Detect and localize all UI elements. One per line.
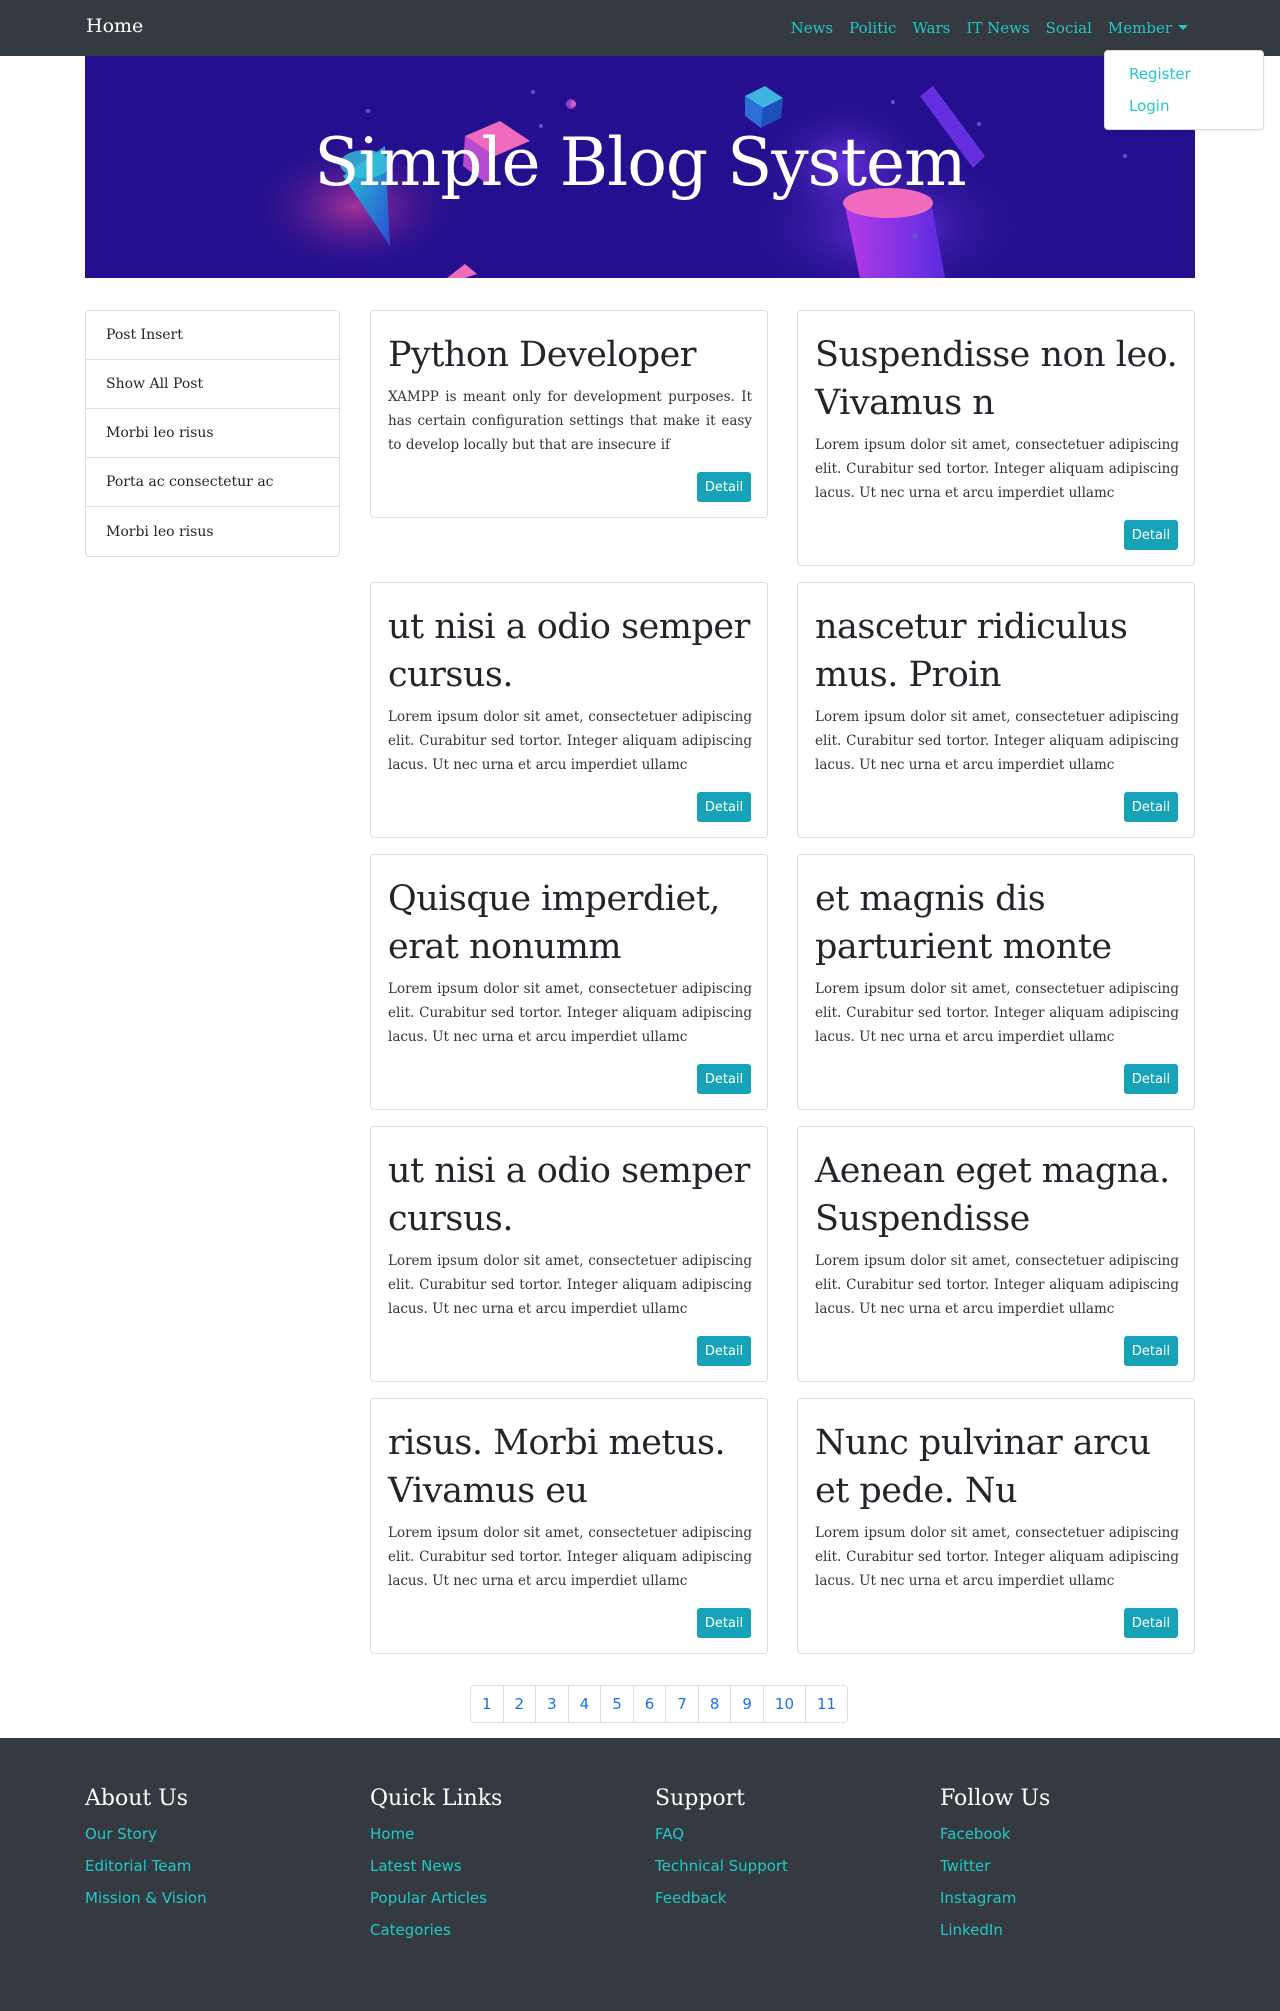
page-link-9[interactable]: 9 [731,1686,764,1722]
detail-button[interactable]: Detail [1124,792,1178,822]
post-title: Aenean eget magna. Suspendisse [815,1151,1170,1239]
footer-heading: Quick Links [370,1786,503,1811]
footer-link-categories[interactable]: Categories [370,1921,502,1939]
nav-link-politic[interactable]: Politic [849,19,896,37]
nav-link-news[interactable]: News [791,19,834,37]
post-title: ut nisi a odio semper cursus. [388,607,750,695]
post-title: risus. Morbi metus. Vivamus eu [388,1423,726,1511]
detail-button[interactable]: Detail [697,1608,751,1638]
nav-links: News Politic Wars IT News Social Member [791,0,1188,56]
detail-button[interactable]: Detail [1124,520,1178,550]
brand-home-link[interactable]: Home [86,15,143,37]
post-title: Suspendisse non leo. Vivamus n [815,335,1178,423]
footer-link-linkedin[interactable]: LinkedIn [940,1921,1050,1939]
footer-link-our-story[interactable]: Our Story [85,1825,207,1843]
post-excerpt: Lorem ipsum dolor sit amet, consectetuer… [388,981,752,1045]
post-excerpt: Lorem ipsum dolor sit amet, consectetuer… [815,1525,1179,1589]
detail-button[interactable]: Detail [1124,1064,1178,1094]
post-card: ut nisi a odio semper cursus. Lorem ipsu… [370,582,768,838]
post-excerpt: Lorem ipsum dolor sit amet, consectetuer… [815,1253,1179,1317]
footer-column-follow: Follow Us Facebook Twitter Instagram Lin… [940,1786,1050,1953]
footer-link-facebook[interactable]: Facebook [940,1825,1050,1843]
post-excerpt: Lorem ipsum dolor sit amet, consectetuer… [815,437,1179,501]
detail-button[interactable]: Detail [697,792,751,822]
page-link-5[interactable]: 5 [601,1686,634,1722]
post-card: Quisque imperdiet, erat nonumm Lorem ips… [370,854,768,1110]
footer-link-technical-support[interactable]: Technical Support [655,1857,788,1875]
post-card: et magnis dis parturient monte Lorem ips… [797,854,1195,1110]
member-dropdown-menu: Register Login [1104,50,1264,130]
post-card: Nunc pulvinar arcu et pede. Nu Lorem ips… [797,1398,1195,1654]
footer-link-home[interactable]: Home [370,1825,502,1843]
detail-button[interactable]: Detail [697,472,751,502]
footer-heading: Support [655,1786,746,1811]
post-card: risus. Morbi metus. Vivamus eu Lorem ips… [370,1398,768,1654]
detail-button[interactable]: Detail [697,1064,751,1094]
page-link-1[interactable]: 1 [471,1686,504,1722]
dropdown-item-register[interactable]: Register [1129,65,1191,83]
sidebar-item-morbi-leo-risus[interactable]: Morbi leo risus [86,409,339,458]
post-card: nascetur ridiculus mus. Proin Lorem ipsu… [797,582,1195,838]
footer-column-quick-links: Quick Links Home Latest News Popular Art… [370,1786,502,1953]
post-excerpt: Lorem ipsum dolor sit amet, consectetuer… [815,981,1179,1045]
post-excerpt: Lorem ipsum dolor sit amet, consectetuer… [815,709,1179,773]
sidebar-menu: Post Insert Show All Post Morbi leo risu… [85,310,340,557]
hero-title: Simple Blog System [314,124,966,201]
page-link-10[interactable]: 10 [764,1686,807,1722]
footer-column-about: About Us Our Story Editorial Team Missio… [85,1786,207,1921]
pagination: 1 2 3 4 5 6 7 8 9 10 11 [470,1685,849,1723]
hero-banner: Simple Blog System [85,56,1195,278]
post-excerpt: XAMPP is meant only for development purp… [388,389,752,453]
post-excerpt: Lorem ipsum dolor sit amet, consectetuer… [388,709,752,773]
sidebar-item-porta-ac[interactable]: Porta ac consectetur ac [86,458,339,507]
footer-link-faq[interactable]: FAQ [655,1825,788,1843]
sidebar-item-morbi-leo-risus-2[interactable]: Morbi leo risus [86,507,339,556]
page-link-3[interactable]: 3 [536,1686,569,1722]
caret-down-icon [1178,25,1188,30]
page-link-4[interactable]: 4 [569,1686,602,1722]
footer-link-feedback[interactable]: Feedback [655,1889,788,1907]
footer-link-popular-articles[interactable]: Popular Articles [370,1889,502,1907]
post-card: Python Developer XAMPP is meant only for… [370,310,768,518]
member-label: Member [1107,19,1172,37]
footer-link-twitter[interactable]: Twitter [940,1857,1050,1875]
footer-link-mission-vision[interactable]: Mission & Vision [85,1889,207,1907]
footer-link-instagram[interactable]: Instagram [940,1889,1050,1907]
site-footer: About Us Our Story Editorial Team Missio… [0,1738,1280,2011]
dropdown-item-login[interactable]: Login [1129,97,1169,115]
page-link-7[interactable]: 7 [666,1686,699,1722]
detail-button[interactable]: Detail [697,1336,751,1366]
top-navbar: Home News Politic Wars IT News Social Me… [0,0,1280,56]
post-excerpt: Lorem ipsum dolor sit amet, consectetuer… [388,1525,752,1589]
post-excerpt: Lorem ipsum dolor sit amet, consectetuer… [388,1253,752,1317]
post-title: Python Developer [388,335,697,375]
nav-member-dropdown-toggle[interactable]: Member [1108,19,1188,37]
sidebar-item-post-insert[interactable]: Post Insert [86,311,339,360]
post-card: Suspendisse non leo. Vivamus n Lorem ips… [797,310,1195,566]
footer-link-latest-news[interactable]: Latest News [370,1857,502,1875]
post-title: Quisque imperdiet, erat nonumm [388,879,720,967]
page-link-2[interactable]: 2 [504,1686,537,1722]
nav-link-social[interactable]: Social [1046,19,1092,37]
sidebar-item-show-all-post[interactable]: Show All Post [86,360,339,409]
post-title: nascetur ridiculus mus. Proin [815,607,1128,695]
footer-link-editorial-team[interactable]: Editorial Team [85,1857,207,1875]
page-link-8[interactable]: 8 [699,1686,732,1722]
page-link-6[interactable]: 6 [634,1686,667,1722]
post-card: ut nisi a odio semper cursus. Lorem ipsu… [370,1126,768,1382]
detail-button[interactable]: Detail [1124,1336,1178,1366]
footer-heading: Follow Us [940,1786,1051,1811]
page-link-11[interactable]: 11 [806,1686,847,1722]
post-title: ut nisi a odio semper cursus. [388,1151,750,1239]
post-title: et magnis dis parturient monte [815,879,1112,967]
nav-link-wars[interactable]: Wars [912,19,950,37]
nav-link-it-news[interactable]: IT News [966,19,1029,37]
detail-button[interactable]: Detail [1124,1608,1178,1638]
post-title: Nunc pulvinar arcu et pede. Nu [815,1423,1151,1511]
footer-heading: About Us [85,1786,189,1811]
post-card: Aenean eget magna. Suspendisse Lorem ips… [797,1126,1195,1382]
footer-column-support: Support FAQ Technical Support Feedback [655,1786,788,1921]
